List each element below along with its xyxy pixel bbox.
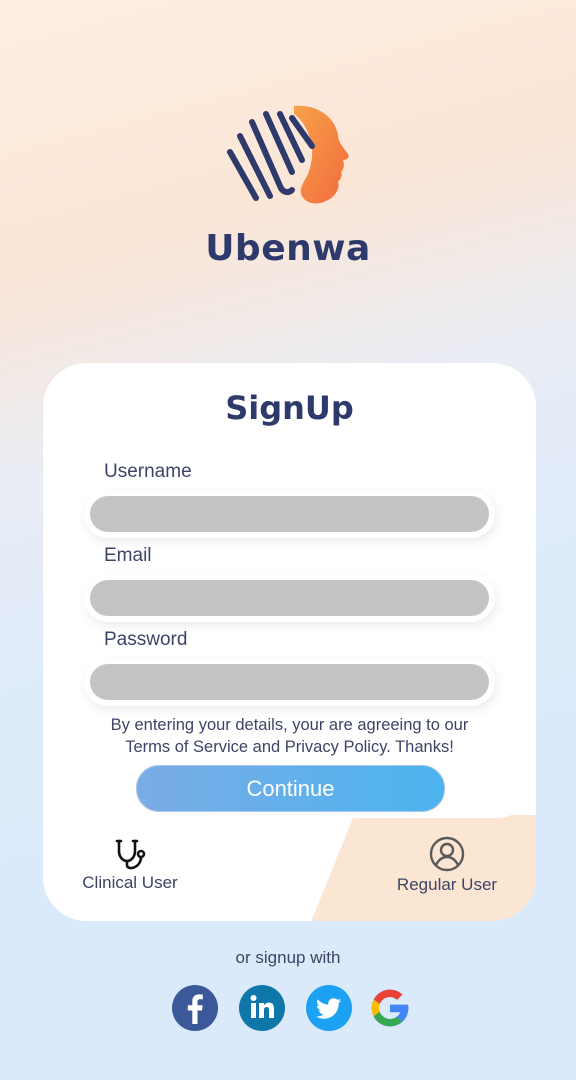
- regular-user-option[interactable]: Regular User: [391, 835, 503, 895]
- google-icon[interactable]: [368, 986, 412, 1030]
- signup-form: SignUp Username Email Password By enteri…: [43, 363, 536, 818]
- email-input[interactable]: [90, 580, 489, 616]
- regular-user-label: Regular User: [396, 875, 498, 894]
- user-circle-icon: [429, 836, 465, 872]
- app-title: Ubenwa: [205, 228, 371, 269]
- signup-with-prompt: or signup with: [235, 948, 341, 967]
- terms-text: By entering your details, your are agree…: [83, 714, 496, 758]
- linkedin-icon[interactable]: [238, 984, 286, 1032]
- username-label: Username: [104, 461, 192, 482]
- clinical-user-option[interactable]: Clinical User: [77, 837, 183, 893]
- username-input[interactable]: [90, 496, 489, 532]
- terms-line-1: By entering your details, your are agree…: [110, 716, 469, 734]
- facebook-icon[interactable]: [171, 984, 219, 1032]
- signup-card: SignUp Username Email Password By enteri…: [43, 363, 536, 921]
- signup-title: SignUp: [225, 389, 354, 427]
- password-input[interactable]: [90, 664, 489, 700]
- stethoscope-icon: [115, 839, 146, 870]
- clinical-user-label: Clinical User: [82, 873, 178, 892]
- password-label: Password: [104, 629, 188, 650]
- twitter-icon[interactable]: [305, 984, 353, 1032]
- continue-button[interactable]: Continue: [136, 765, 445, 812]
- terms-line-2: Terms of Service and Privacy Policy. Tha…: [125, 738, 454, 756]
- ubenwa-logo: [227, 105, 349, 204]
- email-label: Email: [104, 545, 152, 566]
